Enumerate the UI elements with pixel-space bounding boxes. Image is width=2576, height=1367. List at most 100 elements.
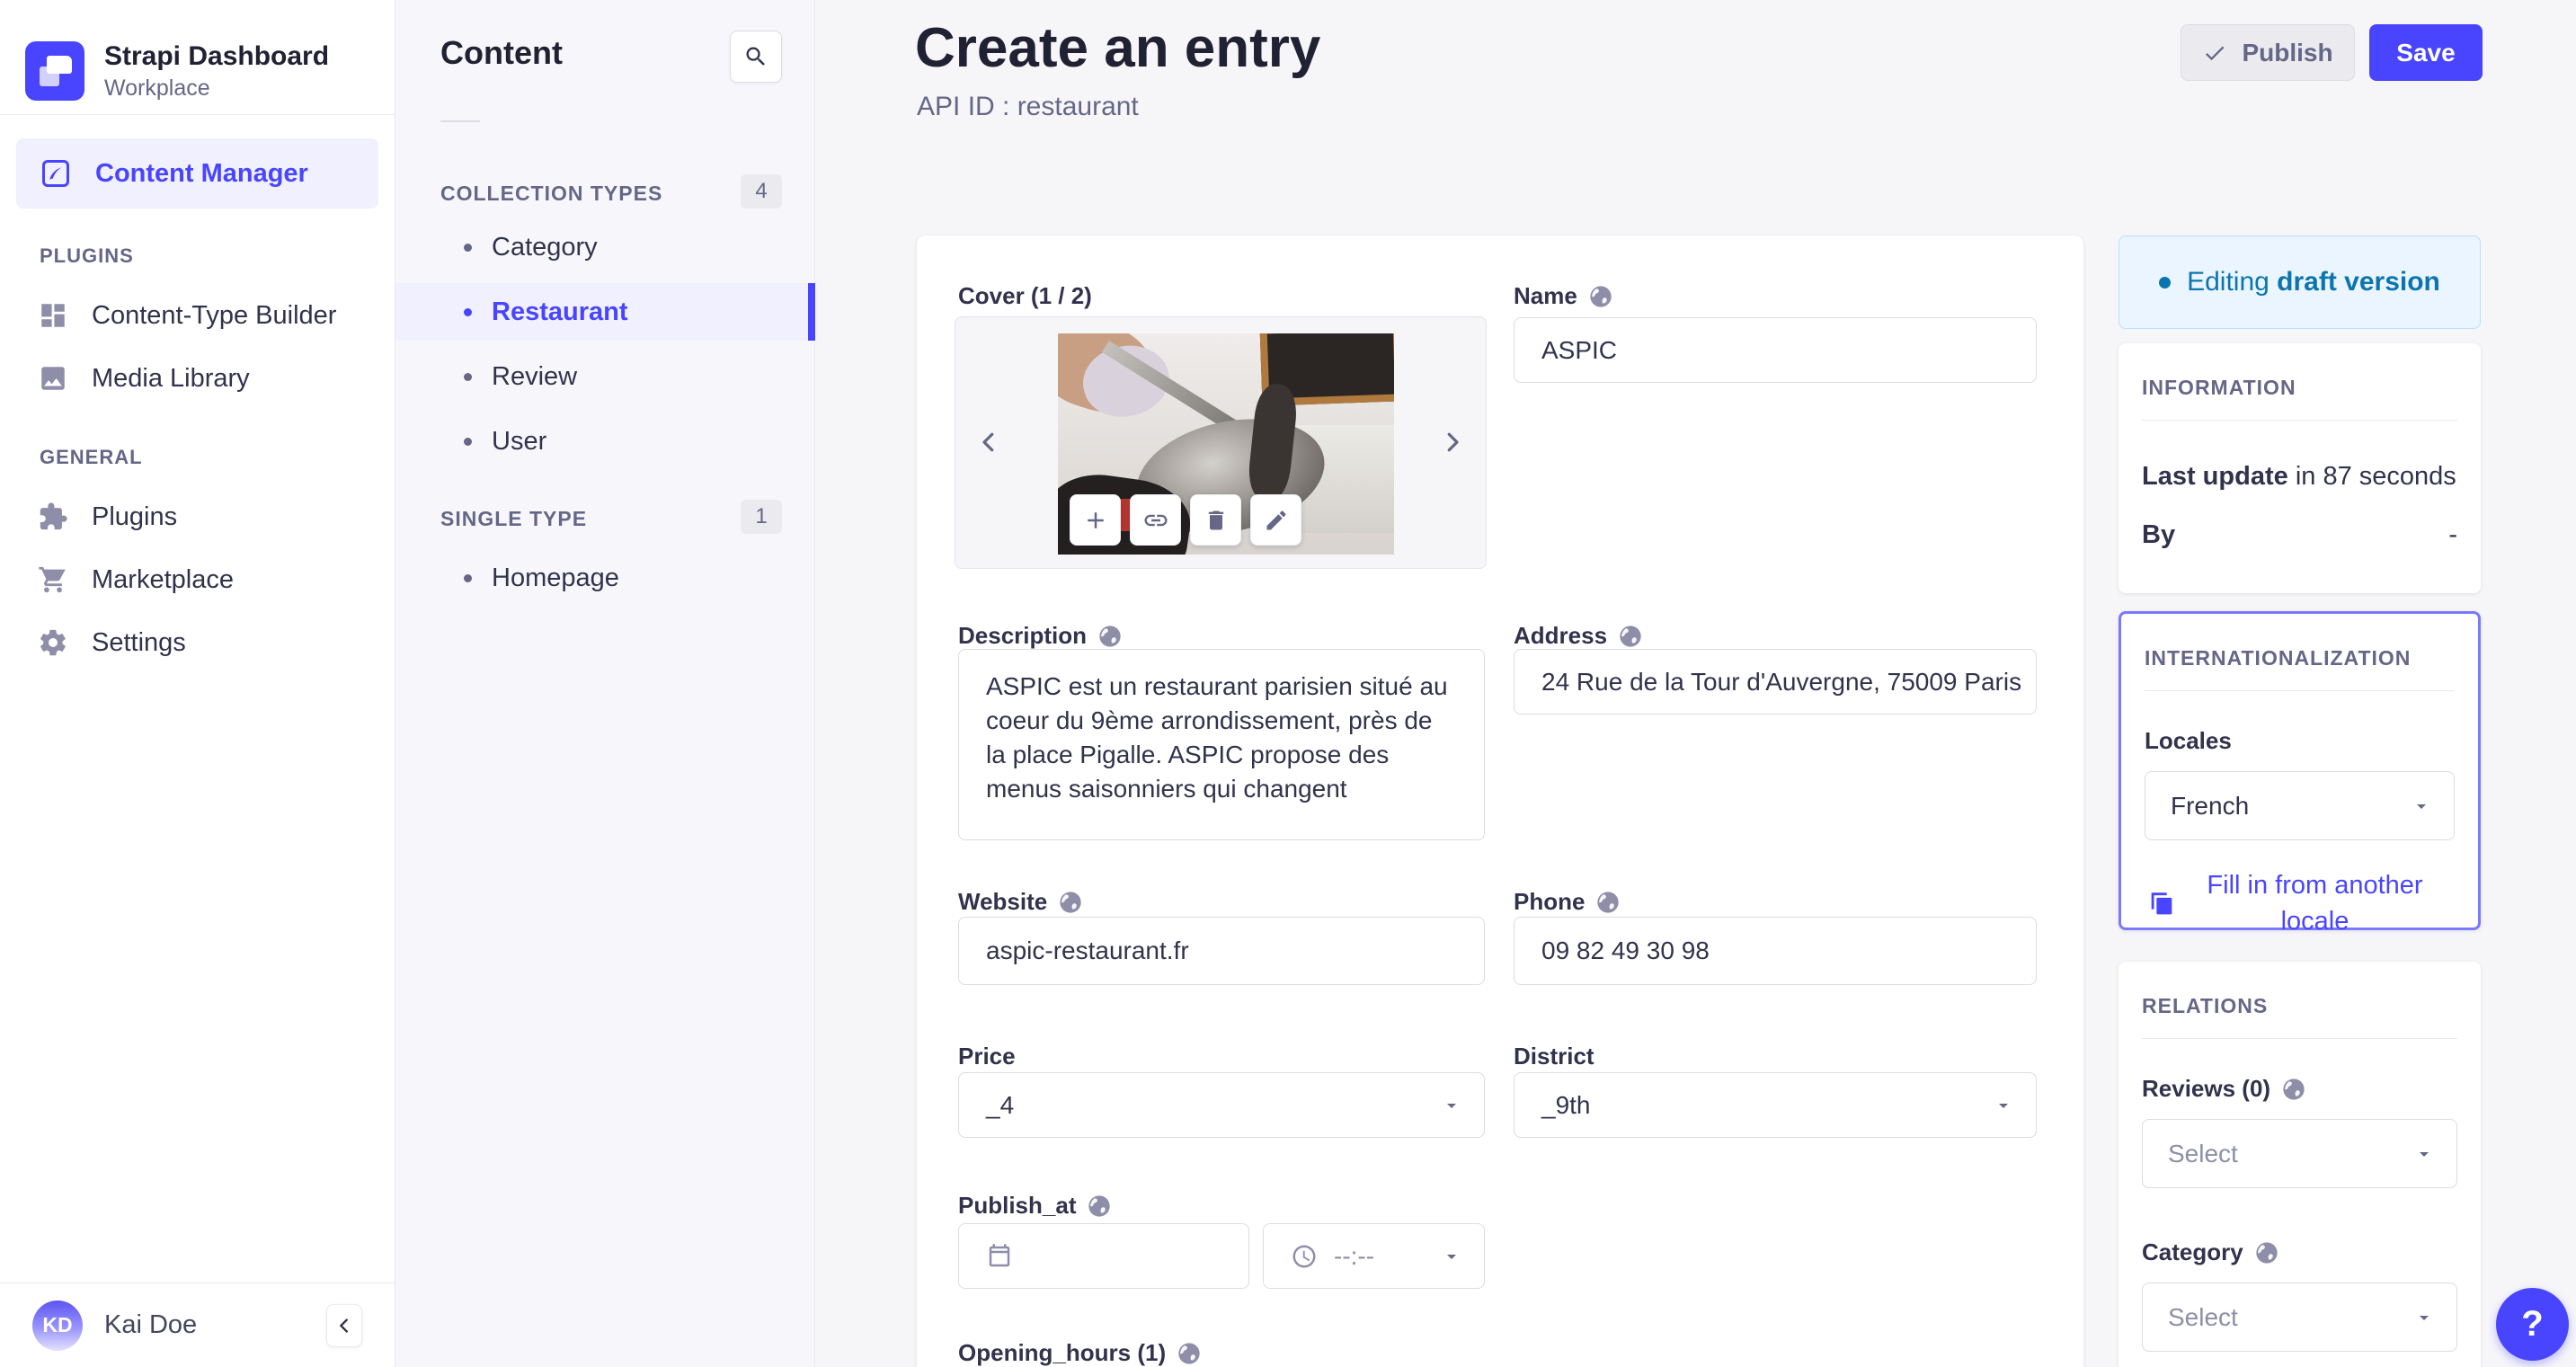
address-input[interactable]: 24 Rue de la Tour d'Auvergne, 75009 Pari…: [1514, 649, 2037, 715]
entry-form-card: Cover (1 / 2) Name ASPIC Description ASP…: [917, 235, 2083, 1367]
active-indicator: [808, 283, 815, 341]
sidebar-item-label: Marketplace: [92, 564, 234, 594]
publish-button[interactable]: Publish: [2181, 24, 2355, 81]
search-icon: [743, 44, 768, 69]
internationalization-card: INTERNATIONALIZATION Locales French Fill…: [2119, 611, 2481, 936]
subnav-item-review[interactable]: Review: [395, 348, 815, 405]
link-icon: [1142, 507, 1169, 534]
collapse-sidebar-button[interactable]: [326, 1303, 362, 1347]
subnav-item-category[interactable]: Category: [395, 218, 815, 276]
help-button[interactable]: ?: [2496, 1288, 2569, 1361]
save-label: Save: [2396, 38, 2456, 67]
cover-carousel: [955, 316, 1487, 569]
district-field-label: District: [1514, 1043, 1594, 1070]
sidebar-item-label: Content-Type Builder: [92, 300, 337, 330]
layout-grid-icon: [38, 300, 68, 331]
address-field-label: Address: [1514, 622, 1643, 650]
single-type-count-badge: 1: [741, 500, 782, 534]
chevron-down-icon: [1441, 1095, 1462, 1116]
sidebar-item-content-manager[interactable]: Content Manager: [16, 138, 378, 209]
chevron-down-icon: [1993, 1095, 2014, 1116]
search-button[interactable]: [730, 31, 782, 83]
clock-icon: [1291, 1243, 1318, 1270]
relations-card: RELATIONS Reviews (0) Select Category Se…: [2119, 962, 2481, 1367]
pencil-icon: [1264, 508, 1289, 533]
delete-asset-button[interactable]: [1190, 494, 1241, 546]
avatar[interactable]: KD: [32, 1300, 83, 1351]
api-id-subtitle: API ID : restaurant: [917, 92, 1139, 121]
content-subnav: Content COLLECTION TYPES 4 Category Rest…: [395, 0, 815, 1367]
fill-from-locale-link[interactable]: Fill in from another locale: [2145, 867, 2455, 939]
subnav-item-homepage[interactable]: Homepage: [395, 549, 815, 607]
sidebar-item-settings[interactable]: Settings: [0, 611, 395, 674]
editing-draft-banner: Editing draft version: [2119, 235, 2481, 329]
price-field-label: Price: [958, 1043, 1016, 1070]
locale-select[interactable]: French: [2145, 771, 2455, 840]
carousel-prev-icon[interactable]: [975, 429, 1002, 456]
plus-icon: [1082, 507, 1109, 534]
chevron-down-icon: [2411, 795, 2432, 817]
sidebar-item-label: Settings: [92, 627, 186, 657]
information-title: INFORMATION: [2142, 376, 2296, 399]
divider: [2142, 1038, 2457, 1039]
divider: [2145, 690, 2455, 691]
internationalization-title: INTERNATIONALIZATION: [2145, 646, 2412, 670]
information-card: INFORMATION Last update in 87 seconds By…: [2119, 343, 2481, 593]
globe-icon: [2281, 1077, 2306, 1102]
sidebar-item-media-library[interactable]: Media Library: [0, 347, 395, 410]
sidebar-item-label: Content Manager: [95, 158, 308, 188]
subnav-item-user[interactable]: User: [395, 413, 815, 470]
sidebar-item-label: Media Library: [92, 363, 250, 393]
description-textarea[interactable]: ASPIC est un restaurant parisien situé a…: [958, 649, 1485, 840]
globe-icon: [1618, 624, 1643, 649]
carousel-next-icon[interactable]: [1439, 429, 1466, 456]
relations-title: RELATIONS: [2142, 994, 2269, 1017]
image-icon: [38, 363, 68, 394]
user-name: Kai Doe: [104, 1310, 198, 1339]
divider: [440, 120, 480, 122]
globe-icon: [1177, 1341, 1202, 1366]
name-input[interactable]: ASPIC: [1514, 317, 2037, 383]
locales-label: Locales: [2145, 727, 2232, 754]
copy-link-button[interactable]: [1130, 494, 1181, 546]
draft-status-dot-icon: [2159, 276, 2172, 288]
last-update-row: Last update in 87 seconds: [2142, 462, 2456, 491]
save-button[interactable]: Save: [2369, 24, 2483, 81]
subnav-item-restaurant[interactable]: Restaurant: [395, 283, 815, 341]
sidebar-item-content-type-builder[interactable]: Content-Type Builder: [0, 284, 395, 347]
reviews-relation-select[interactable]: Select: [2142, 1119, 2457, 1188]
phone-field-label: Phone: [1514, 888, 1621, 916]
page-title: Create an entry: [915, 17, 1321, 79]
price-select[interactable]: _4: [958, 1072, 1485, 1138]
group-label-single-type: SINGLE TYPE: [440, 507, 588, 530]
chevron-down-icon: [2413, 1307, 2435, 1328]
category-relation-select[interactable]: Select: [2142, 1283, 2457, 1352]
brand-text: Strapi Dashboard Workplace: [104, 40, 329, 102]
globe-icon: [1595, 890, 1621, 915]
collection-types-count-badge: 4: [741, 174, 782, 209]
sidebar-item-marketplace[interactable]: Marketplace: [0, 548, 395, 611]
app-title: Strapi Dashboard: [104, 41, 330, 72]
puzzle-icon: [38, 502, 68, 532]
workspace-switcher[interactable]: Strapi Dashboard Workplace: [0, 0, 395, 115]
globe-icon: [1588, 284, 1613, 309]
trash-icon: [1204, 508, 1229, 533]
time-placeholder: --:--: [1334, 1241, 1375, 1270]
sidebar-section-plugins: PLUGINS Content-Type Builder Media Libra…: [0, 244, 395, 410]
publish-at-time-select[interactable]: --:--: [1263, 1223, 1485, 1289]
calendar-icon: [986, 1243, 1013, 1270]
carousel-actions: [1070, 494, 1301, 546]
sidebar-item-plugins[interactable]: Plugins: [0, 485, 395, 548]
website-input[interactable]: aspic-restaurant.fr: [958, 917, 1485, 985]
strapi-logo-icon: [25, 40, 84, 101]
add-asset-button[interactable]: [1070, 494, 1121, 546]
workspace-name: Workplace: [104, 75, 210, 101]
name-field-label: Name: [1514, 282, 1613, 310]
phone-input[interactable]: 09 82 49 30 98: [1514, 917, 2037, 985]
subnav-item-label: Category: [492, 232, 598, 262]
globe-icon: [1087, 1194, 1112, 1219]
publish-at-date-input[interactable]: [958, 1223, 1249, 1289]
edit-asset-button[interactable]: [1250, 494, 1301, 546]
chevron-down-icon: [2413, 1143, 2435, 1165]
district-select[interactable]: _9th: [1514, 1072, 2037, 1138]
